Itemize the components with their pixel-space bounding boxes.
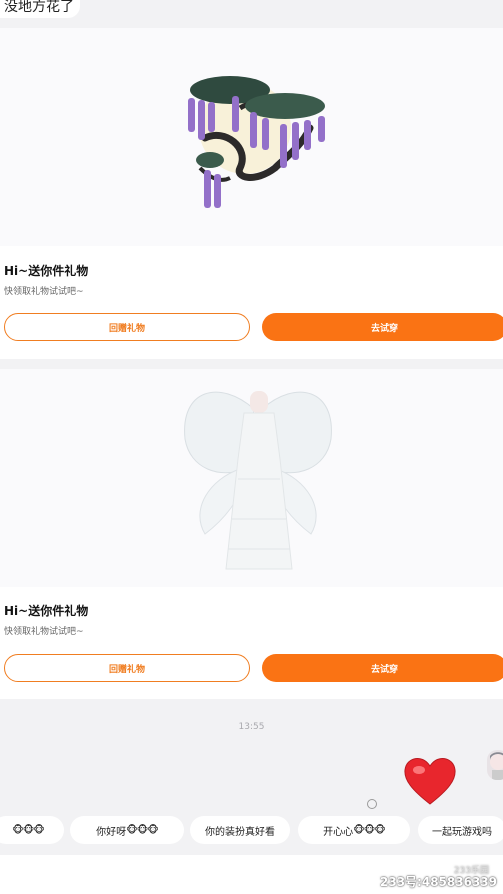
quick-reply-chip[interactable]: 你好呀 🐵🐵🐵	[70, 816, 184, 844]
gift-card-2: Hi~送你件礼物 快领取礼物试试吧~ 回赠礼物 去试穿	[0, 369, 503, 699]
bottom-bar: 233乐园 233号:485836339	[0, 855, 503, 894]
gift-image-fairy-dress	[0, 369, 503, 587]
heart-icon[interactable]	[402, 756, 458, 806]
quick-reply-chip[interactable]: 🐵🐵🐵	[0, 816, 64, 844]
message-bubble-top: 没地方花了	[0, 0, 80, 18]
gift-subtitle: 快领取礼物试试吧~	[4, 627, 84, 637]
avatar-image	[490, 752, 503, 780]
avatar[interactable]	[487, 750, 503, 780]
quick-reply-chip[interactable]: 你的装扮真好看	[190, 816, 290, 844]
try-on-button[interactable]: 去试穿	[262, 654, 503, 682]
gift-title: Hi~送你件礼物	[4, 604, 89, 618]
return-gift-button[interactable]: 回赠礼物	[4, 313, 250, 341]
gift-subtitle: 快领取礼物试试吧~	[4, 287, 84, 297]
return-gift-button[interactable]: 回赠礼物	[4, 654, 250, 682]
quick-reply-chip[interactable]: 开心心 🐵🐵🐵	[298, 816, 410, 844]
fairy-dress-image	[184, 391, 332, 570]
monkey-emoji-icon: 🐵🐵🐵	[12, 824, 45, 836]
gift-card-1: Hi~送你件礼物 快领取礼物试试吧~ 回赠礼物 去试穿	[0, 28, 503, 359]
wisteria-bonsai-image	[188, 76, 325, 208]
gift-image-wisteria	[0, 28, 503, 246]
quick-reply-row: 🐵🐵🐵 你好呀 🐵🐵🐵 你的装扮真好看 开心心 🐵🐵🐵 一起玩游戏吗	[0, 816, 503, 844]
message-timestamp: 13:55	[238, 722, 265, 732]
scroll-indicator	[367, 799, 377, 809]
monkey-emoji-icon: 🐵🐵🐵	[126, 824, 159, 836]
try-on-button[interactable]: 去试穿	[262, 313, 503, 341]
gift-title: Hi~送你件礼物	[4, 264, 89, 278]
watermark-text: 233号:485836339	[380, 875, 497, 889]
message-text: 没地方花了	[4, 0, 74, 15]
quick-reply-chip[interactable]: 一起玩游戏吗	[418, 816, 503, 844]
monkey-emoji-icon: 🐵🐵🐵	[353, 824, 386, 836]
